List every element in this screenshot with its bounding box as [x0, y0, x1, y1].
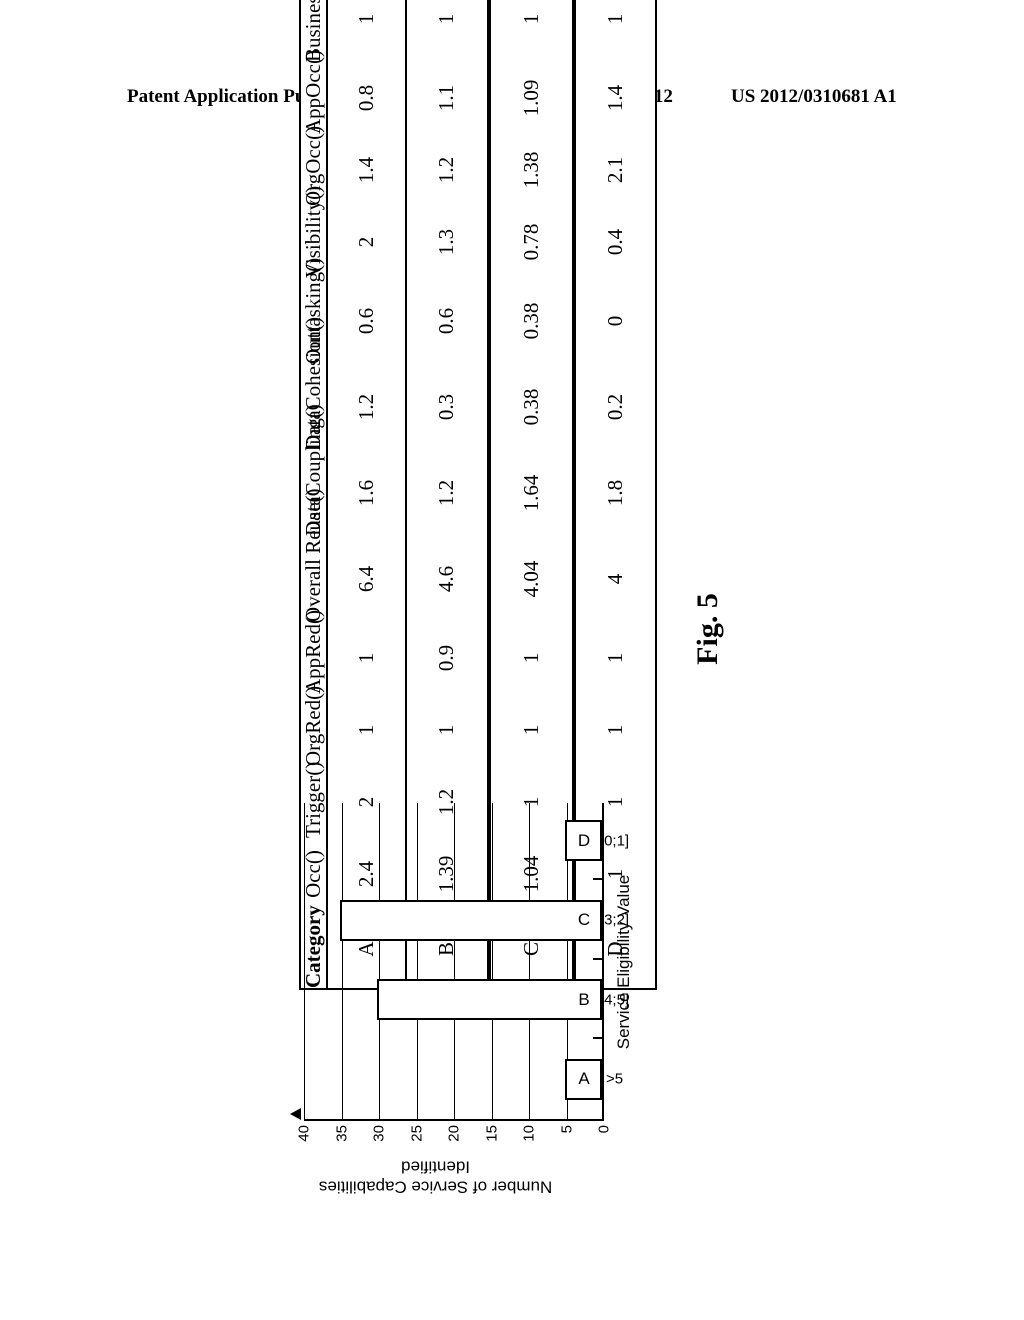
- cell-appocc: 1.09: [488, 62, 574, 134]
- x-axis-title: Service Eligibility Value: [614, 874, 633, 1050]
- cell-appocc: 1.1: [406, 62, 489, 134]
- cell-datacohesion: 0.38: [488, 364, 574, 450]
- bar-label: D: [577, 830, 591, 850]
- bar-label: A: [578, 1069, 590, 1089]
- cell-businessrelevance: 1: [406, 0, 489, 62]
- gridline: [416, 803, 418, 1119]
- y-axis-title: Number of Service Capabilities Identifie…: [318, 1158, 553, 1197]
- cell-orgocc: 1.4: [327, 134, 407, 206]
- cell-orgocc: 1.38: [488, 134, 574, 206]
- cell-outtasking: 0.38: [488, 278, 574, 364]
- y-tick-label: 35: [333, 1125, 350, 1142]
- column-header-appocc: AppOcc(): [300, 50, 327, 134]
- y-tick-label: 40: [295, 1125, 313, 1142]
- y-tick-label: 5: [558, 1125, 575, 1134]
- cell-datacoupling: 1.8: [573, 450, 656, 536]
- cell-datacohesion: 1.2: [327, 364, 407, 450]
- cell-datacoupling: 1.2: [406, 450, 489, 536]
- column-header-overall-reuse: Overall Reuse(): [300, 488, 327, 622]
- y-tick-label: 10: [520, 1125, 538, 1142]
- cell-businessrelevance: 1: [327, 0, 407, 62]
- cell-orgred: 1: [573, 694, 656, 766]
- cell-businessrelevance: 1: [573, 0, 656, 62]
- cell-orgocc: 2.1: [573, 134, 656, 206]
- cell-orgocc: 1.2: [406, 134, 489, 206]
- bar-label: B: [578, 989, 590, 1009]
- gridline: [304, 803, 305, 1119]
- gridline: [529, 803, 530, 1119]
- cell-orgred: 1: [327, 694, 407, 766]
- x-axis-tick: [593, 1037, 602, 1040]
- cell-appred: 1: [573, 622, 656, 694]
- cell-outtasking: 0.6: [327, 278, 407, 364]
- cell-businessrelevance: 1: [488, 0, 574, 62]
- y-axis-arrow-icon: [290, 1108, 301, 1120]
- cell-overall-reuse: 4.6: [406, 536, 489, 622]
- cell-appred: 1: [327, 622, 407, 694]
- column-header-appred: AppRed(): [300, 610, 327, 694]
- cell-orgred: 1: [406, 694, 489, 766]
- column-header-businessrelevance: BusinessRelevance(): [300, 0, 327, 62]
- bar-chart: 0 5 10 15 20 25 30 35 40 A >5 B [4;5] C [3;2] D [0;1] Se…: [290, 779, 680, 1197]
- cell-appred: 0.9: [406, 622, 489, 694]
- figure-caption: Fig. 5: [691, 593, 724, 665]
- cell-appred: 1: [488, 622, 574, 694]
- column-header-visibility: Visibility(): [300, 185, 327, 278]
- column-header-orgred: OrgRed(): [300, 685, 327, 766]
- y-tick-label: 25: [408, 1125, 425, 1142]
- bar-label: C: [577, 910, 591, 930]
- cell-outtasking: 0.6: [406, 278, 489, 364]
- bar[interactable]: A: [564, 1058, 602, 1100]
- plot-area: 0 5 10 15 20 25 30 35 40 A >5 B [4;5] C [3;2] D [0;1]: [290, 803, 629, 1142]
- cell-datacohesion: 0.3: [406, 364, 489, 450]
- bar[interactable]: C: [339, 899, 602, 941]
- bar[interactable]: D: [564, 820, 602, 862]
- cell-overall-reuse: 6.4: [327, 536, 407, 622]
- cell-outtasking: 0: [573, 278, 656, 364]
- x-axis-tick: [593, 878, 602, 881]
- y-tick-label: 0: [595, 1125, 613, 1134]
- figure-5: Category Occ() Trigger() OrgRed() AppRed…: [0, 0, 1024, 1320]
- gridline: [379, 803, 380, 1119]
- bar[interactable]: B: [377, 979, 602, 1021]
- cell-appocc: 1.4: [573, 62, 656, 134]
- cell-datacoupling: 1.64: [488, 450, 574, 536]
- y-tick-label: 15: [483, 1125, 500, 1142]
- column-header-outtasking: Outtasking(): [300, 257, 327, 364]
- cell-visibility: 2: [327, 206, 407, 278]
- y-tick-label: 30: [370, 1125, 388, 1142]
- cell-datacohesion: 0.2: [573, 364, 656, 450]
- cell-orgred: 1: [488, 694, 574, 766]
- cell-visibility: 0.78: [488, 206, 574, 278]
- gridline: [491, 803, 493, 1119]
- cell-visibility: 0.4: [573, 206, 656, 278]
- cell-overall-reuse: 4: [573, 536, 656, 622]
- column-header-orgocc: OrgOcc(): [300, 125, 327, 206]
- cell-visibility: 1.3: [406, 206, 489, 278]
- cell-appocc: 0.8: [327, 62, 407, 134]
- x-axis-tick: [593, 958, 602, 960]
- cell-overall-reuse: 4.04: [488, 536, 574, 622]
- column-header-datacohesion: DataCohesion(): [300, 317, 327, 450]
- y-tick-label: 20: [445, 1125, 463, 1142]
- gridline: [341, 803, 343, 1119]
- gridline: [454, 803, 455, 1119]
- column-header-datacoupling: DataCoupling(): [300, 404, 327, 536]
- cell-datacoupling: 1.6: [327, 450, 407, 536]
